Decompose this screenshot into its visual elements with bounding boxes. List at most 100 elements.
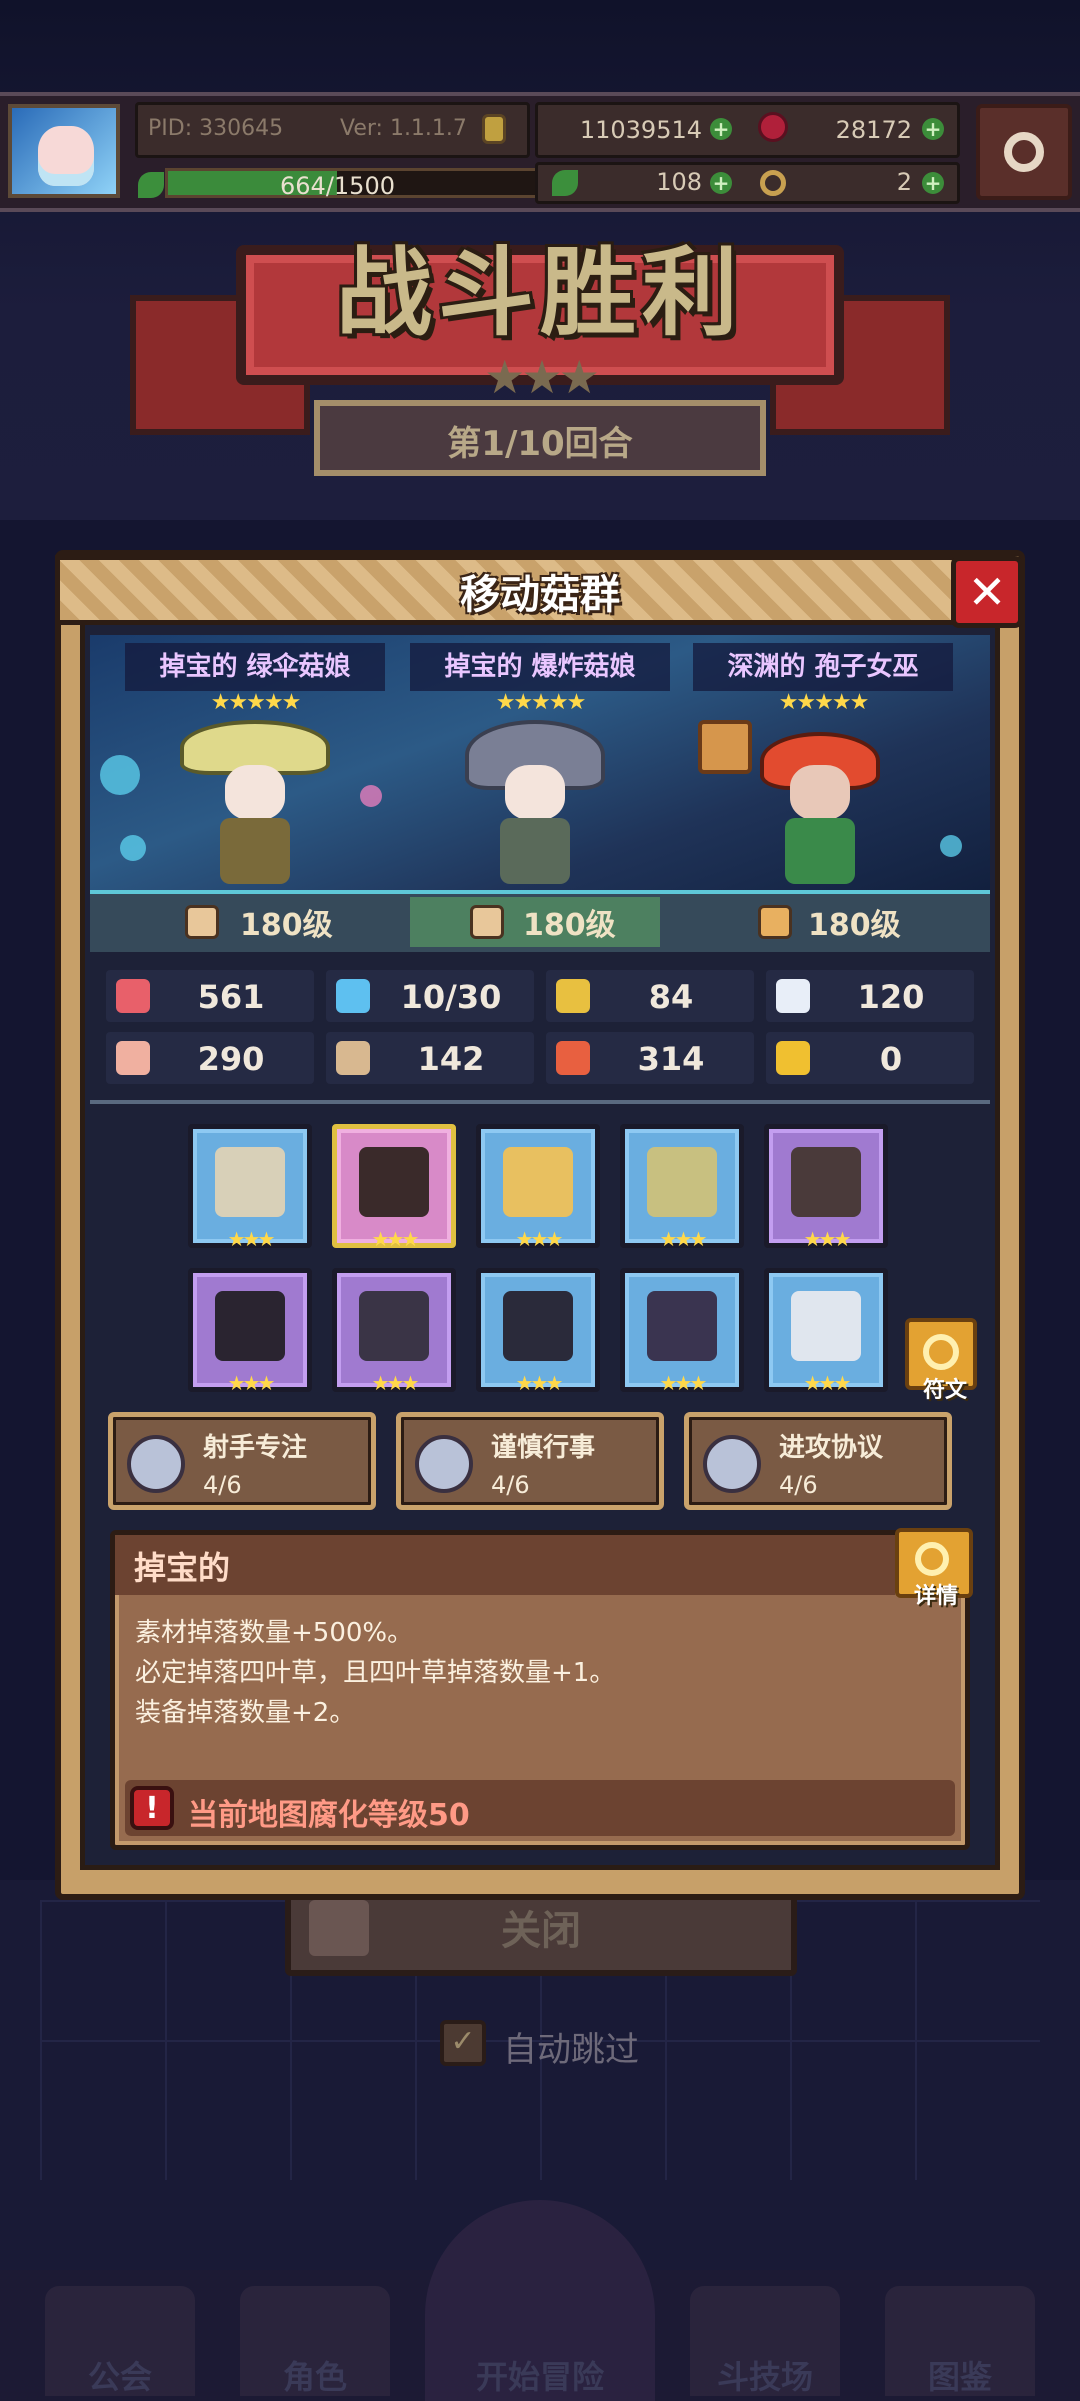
skill-card-2[interactable]: 谨慎行事 4/6 (396, 1412, 664, 1510)
auto-skip-label: 自动跳过 (503, 2030, 639, 2070)
equip-stars: ★★★ (515, 1371, 564, 1395)
rune-label: 符文 (922, 1378, 967, 1403)
nav-label-codex: 图鉴 (927, 2358, 992, 2396)
character-head (790, 765, 850, 820)
divider (90, 1100, 990, 1104)
energy-leaf-icon (138, 172, 164, 198)
heart-icon (116, 979, 150, 1013)
stat-value: 142 (417, 1040, 485, 1078)
equip-stars: ★★★ (515, 1227, 564, 1251)
stat-value: 120 (857, 978, 925, 1016)
affix-title: 掉宝的 (134, 1549, 231, 1587)
stat-hp: 561 (106, 970, 314, 1022)
add-gold-button[interactable]: + (710, 118, 732, 140)
equip-gauntlet[interactable]: ★★★ (620, 1124, 744, 1251)
character-body (785, 818, 855, 884)
swap-icon (923, 1334, 959, 1370)
xp-text: 664/1500 (280, 172, 395, 200)
stat-armor: 314 (546, 1032, 754, 1084)
equip-stars: ★★★ (371, 1371, 420, 1395)
nav-label-arena: 斗技场 (716, 2358, 813, 2396)
warning-icon: ! (130, 1786, 174, 1830)
character-body (220, 818, 290, 884)
pid-label: PID: 330645 (148, 116, 284, 141)
equip-ring[interactable]: ★★★ (620, 1268, 744, 1395)
level-icon (758, 905, 792, 939)
stat-attack: 290 (106, 1032, 314, 1084)
equip-bow[interactable]: ★★★ (188, 1124, 312, 1251)
crystal-decor (120, 835, 146, 861)
character-head (505, 765, 565, 820)
avatar[interactable] (8, 104, 120, 198)
character-name-3: 深渊的 孢子女巫 (693, 643, 953, 691)
round-text: 第1/10回合 (447, 424, 633, 464)
coin-icon (482, 114, 506, 144)
stat-value: 314 (637, 1040, 705, 1078)
affix-header (115, 1535, 895, 1595)
detail-label: 详情 (913, 1584, 958, 1609)
helmet-icon (791, 1147, 861, 1217)
battle-stars: ★★★ (484, 350, 600, 404)
character-stars-3: ★★★★★ (778, 690, 870, 715)
stat-value: 84 (648, 978, 694, 1016)
close-label-back: 关闭 (501, 1908, 581, 1954)
equip-glove[interactable]: ★★★ (476, 1268, 600, 1395)
affix-line-3: 装备掉落数量+2。 (135, 1698, 356, 1728)
skill-count: 4/6 (203, 1471, 242, 1499)
key-value: 2 (896, 168, 912, 196)
character-sprite-1[interactable] (180, 720, 330, 885)
equip-stars: ★★★ (227, 1371, 276, 1395)
character-sprite-3[interactable] (745, 720, 895, 885)
close-icon: ✕ (967, 565, 1007, 619)
settings-button[interactable] (976, 104, 1072, 200)
add-gem-button[interactable]: + (922, 118, 944, 140)
skill-icon (415, 1435, 473, 1493)
skill-count: 4/6 (491, 1471, 530, 1499)
gem-value: 28172 (835, 116, 912, 144)
nav-label-character: 角色 (282, 2358, 347, 2396)
stat-value: 10/30 (400, 978, 502, 1016)
add-key-button[interactable]: + (922, 172, 944, 194)
skill-card-1[interactable]: 射手专注 4/6 (108, 1412, 376, 1510)
equip-boots[interactable]: ★★★ (764, 1268, 888, 1395)
character-sprite-2[interactable] (460, 720, 610, 885)
skill-icon (703, 1435, 761, 1493)
gold-value: 11039514 (579, 116, 702, 144)
stat-mana: 10/30 (326, 970, 534, 1022)
gear-icon (1004, 132, 1044, 172)
nav-label-guild: 公会 (87, 2358, 152, 2396)
auto-skip-checkbox[interactable]: ✓ (440, 2020, 486, 2066)
clover-value: 108 (656, 168, 702, 196)
nav-label-start[interactable]: 开始冒险 (450, 2352, 630, 2398)
skill-card-3[interactable]: 进攻协议 4/6 (684, 1412, 952, 1510)
level-icon (185, 905, 219, 939)
armor-icon (556, 1041, 590, 1075)
stat-value: 0 (879, 1040, 903, 1078)
modal-close-button[interactable]: ✕ (951, 556, 1023, 628)
character-head (225, 765, 285, 820)
equip-necklace[interactable]: ★★★ (476, 1124, 600, 1251)
character-name-2: 掉宝的 爆炸菇娘 (410, 643, 670, 691)
gauntlet-icon (647, 1147, 717, 1217)
character-name-1: 掉宝的 绿伞菇娘 (125, 643, 385, 691)
equip-dagger[interactable]: ★★★ (332, 1124, 456, 1251)
skill-count: 4/6 (779, 1471, 818, 1499)
dagger-icon (359, 1147, 429, 1217)
equip-armor[interactable]: ★★★ (332, 1268, 456, 1395)
stat-defense: 84 (546, 970, 754, 1022)
equip-hat[interactable]: ★★★ (188, 1268, 312, 1395)
add-clover-button[interactable]: + (710, 172, 732, 194)
character-body (500, 818, 570, 884)
necklace-icon (503, 1147, 573, 1217)
magnifier-icon (915, 1542, 949, 1576)
book-icon (336, 1041, 370, 1075)
equip-stars: ★★★ (371, 1227, 420, 1251)
glove-icon (503, 1291, 573, 1361)
gem-icon (758, 112, 788, 142)
version-label: Ver: 1.1.1.7 (340, 116, 467, 141)
ring-icon (647, 1291, 717, 1361)
equip-helmet[interactable]: ★★★ (764, 1124, 888, 1251)
stat-value: 290 (197, 1040, 265, 1078)
hat-icon (215, 1291, 285, 1361)
shield-icon (556, 979, 590, 1013)
